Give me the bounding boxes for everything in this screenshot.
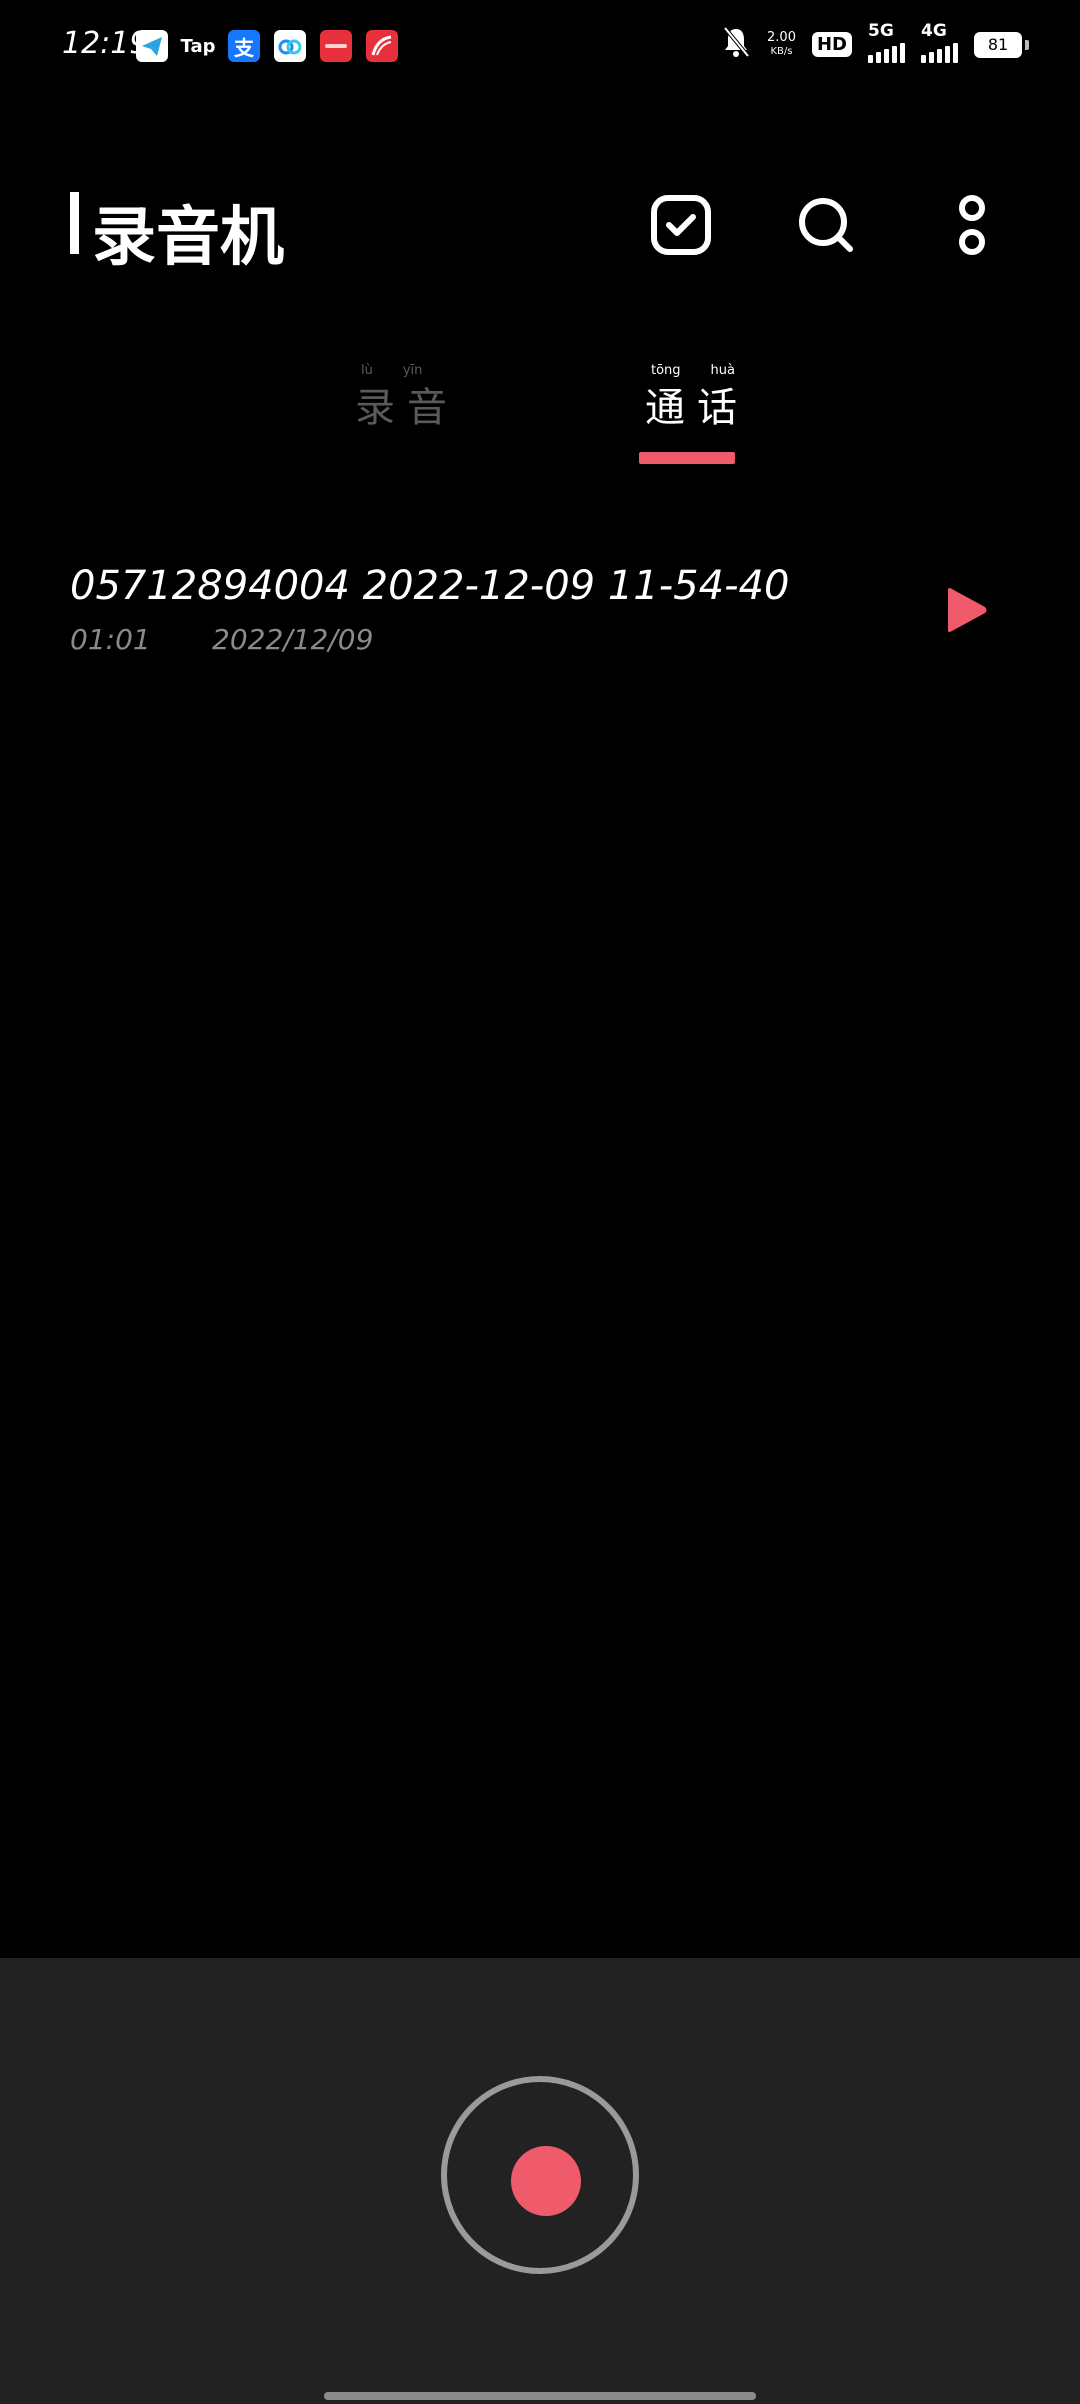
battery-icon: 81 (974, 31, 1029, 58)
tab-record-label: 录音 (355, 385, 459, 431)
play-icon (948, 588, 987, 632)
signal-5g-icon: 5G (868, 21, 905, 63)
net-speed: 2.00 KB/s (767, 29, 796, 59)
notification-icons: Tap 支 (136, 30, 398, 62)
mute-bell-icon (721, 26, 751, 63)
record-button[interactable] (441, 2076, 639, 2274)
pinyin-2: yīn (402, 363, 423, 378)
status-right: 2.00 KB/s HD 5G 4G 81 (721, 21, 1029, 63)
tab-call-pinyin: tōng huà (651, 363, 735, 378)
page-title: 录音机 (92, 201, 284, 275)
status-bar: 12:19 Tap 支 2.00 KB/s HD 5G 4G 81 (0, 0, 1080, 96)
active-tab-indicator (639, 452, 735, 464)
alipay-icon-label: 支 (234, 35, 254, 60)
app-browser-icon (366, 30, 398, 62)
signal-5g-label: 5G (868, 20, 894, 41)
search-button[interactable] (791, 190, 861, 260)
recording-duration: 01:01 (70, 623, 151, 656)
tab-record[interactable]: lù yīn 录音 (355, 363, 459, 433)
alipay-icon: 支 (228, 30, 260, 62)
tab-record-pinyin: lù yīn (361, 363, 422, 378)
pinyin-1: tōng (651, 363, 681, 378)
tab-call[interactable]: tōng huà 通话 (645, 363, 749, 433)
pinyin-1: lù (361, 363, 373, 378)
taptap-icon: Tap (180, 30, 216, 62)
recording-list-item[interactable]: 05712894004 2022-12-09 11-54-40 01:01 20… (0, 545, 1080, 675)
checkbox-icon (651, 195, 711, 255)
telegram-icon (136, 30, 168, 62)
recording-title: 05712894004 2022-12-09 11-54-40 (70, 563, 790, 609)
play-button[interactable] (940, 585, 990, 635)
title-accent-bar (70, 192, 79, 254)
hd-volte-badge: HD (811, 32, 852, 57)
signal-4g-label: 4G (921, 20, 947, 41)
battery-level: 81 (987, 35, 1009, 54)
more-icon (959, 195, 985, 255)
net-speed-unit: KB/s (770, 45, 793, 57)
app-red-icon (320, 30, 352, 62)
pinyin-2: huà (710, 363, 735, 378)
select-button[interactable] (646, 190, 716, 260)
signal-4g-icon: 4G (921, 21, 958, 63)
more-options-button[interactable] (937, 190, 1007, 260)
net-speed-value: 2.00 (767, 29, 796, 45)
record-dot-icon (511, 2146, 581, 2216)
baidu-netdisk-icon (274, 30, 306, 62)
search-icon (799, 198, 853, 252)
recording-date: 2022/12/09 (212, 623, 374, 656)
home-indicator[interactable] (324, 2392, 756, 2400)
tab-call-label: 通话 (645, 385, 749, 431)
app-header: 录音机 (0, 170, 1080, 280)
taptap-icon-label: Tap (180, 35, 216, 57)
